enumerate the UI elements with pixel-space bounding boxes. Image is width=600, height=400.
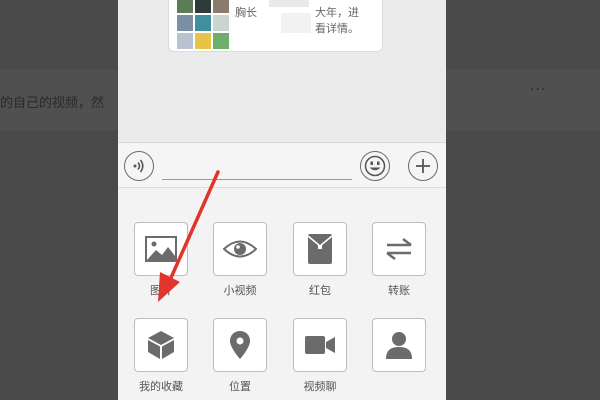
more-panel: 图片 小视频 红包 转账 我的收藏 位置 视频聊 [118, 188, 446, 400]
thumbnail [177, 15, 193, 31]
eye-icon [223, 240, 257, 258]
thumbnail [213, 0, 229, 13]
message-bubble[interactable]: 胸长 大年，进 看详情。 [168, 0, 383, 52]
transfer-label: 转账 [388, 284, 410, 297]
background-more-dots: ··· [530, 82, 547, 98]
thumbnail [213, 33, 229, 49]
blurred-region [269, 0, 309, 7]
transfer-tile[interactable]: 转账 [359, 222, 439, 298]
red-envelope-icon [307, 234, 333, 264]
emoji-icon [364, 155, 386, 177]
video-call-tile[interactable]: 视频聊 [280, 318, 360, 394]
transfer-icon [386, 238, 412, 260]
favorites-label: 我的收藏 [139, 380, 183, 393]
image-button[interactable] [134, 222, 188, 276]
contact-card-button[interactable] [372, 318, 426, 372]
video-camera-icon [305, 336, 335, 354]
person-icon [386, 332, 412, 359]
blurred-region [281, 13, 311, 33]
cube-icon [148, 331, 174, 359]
background-text: 的自己的视频，然 [0, 96, 105, 111]
phone-screen: 胸长 大年，进 看详情。 图片 小视频 红包 转账 我的收藏 位置 视频聊 [118, 0, 446, 400]
voice-button[interactable] [124, 151, 154, 181]
image-icon [145, 236, 177, 262]
video-button[interactable] [213, 222, 267, 276]
thumbnail [195, 33, 211, 49]
video-label: 小视频 [223, 284, 257, 297]
message-line: 大年，进 [315, 6, 359, 19]
favorites-tile[interactable]: 我的收藏 [121, 318, 201, 394]
plus-icon [416, 159, 430, 173]
thumbnail [177, 0, 193, 13]
input-bar [118, 142, 446, 188]
thumbnail-grid [177, 0, 229, 49]
red-envelope-label: 红包 [309, 284, 331, 297]
thumbnail [195, 15, 211, 31]
chat-area: 胸长 大年，进 看详情。 [118, 0, 446, 142]
red-envelope-button[interactable] [293, 222, 347, 276]
location-tile[interactable]: 位置 [200, 318, 280, 394]
emoji-button[interactable] [360, 151, 390, 181]
location-button[interactable] [213, 318, 267, 372]
message-line: 看详情。 [315, 22, 359, 35]
voice-icon [133, 159, 144, 173]
favorites-button[interactable] [134, 318, 188, 372]
transfer-button[interactable] [372, 222, 426, 276]
more-button[interactable] [408, 151, 438, 181]
thumbnail [177, 33, 193, 49]
contact-card-tile[interactable] [359, 318, 439, 378]
text-input[interactable] [162, 179, 352, 180]
image-label: 图片 [150, 284, 172, 297]
video-call-label: 视频聊 [303, 380, 337, 393]
video-call-button[interactable] [293, 318, 347, 372]
location-pin-icon [230, 331, 250, 359]
thumbnail [195, 0, 211, 13]
message-line: 胸长 [235, 6, 257, 19]
red-envelope-tile[interactable]: 红包 [280, 222, 360, 298]
location-label: 位置 [229, 380, 251, 393]
image-tile[interactable]: 图片 [121, 222, 201, 298]
thumbnail [213, 15, 229, 31]
video-tile[interactable]: 小视频 [200, 222, 280, 298]
